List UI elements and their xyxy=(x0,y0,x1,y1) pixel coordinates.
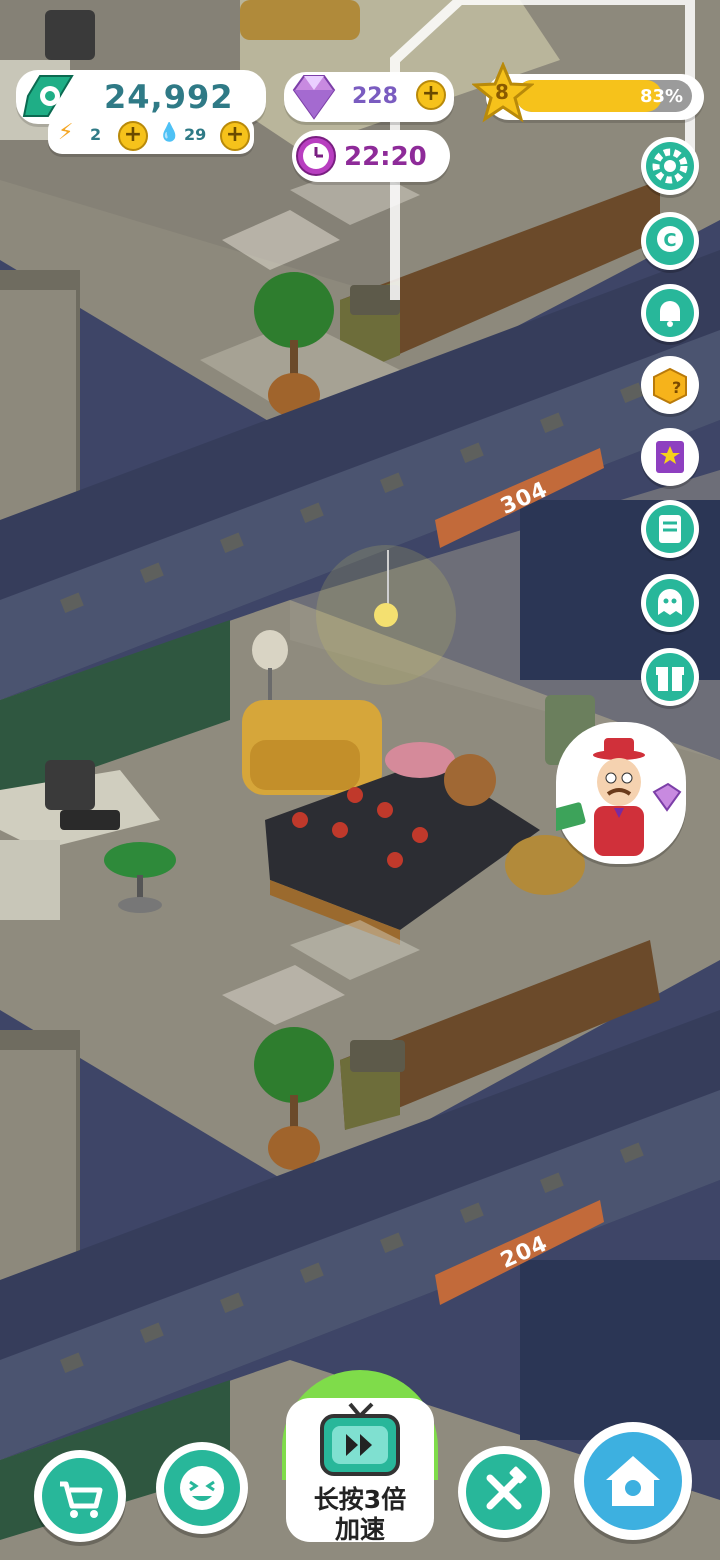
coin-button[interactable]: C xyxy=(641,212,699,270)
gift-icon xyxy=(646,653,694,701)
clock-time: 22:20 xyxy=(344,142,427,172)
diamond-icon xyxy=(286,68,342,124)
svg-text:C: C xyxy=(663,230,676,251)
cash-amount: 24,992 xyxy=(104,78,234,116)
gems-amount: 228 xyxy=(352,84,398,109)
mystery-box-icon: ? xyxy=(646,361,694,409)
mystery-box-button[interactable]: ? xyxy=(641,356,699,414)
shop-merchant-bubble[interactable] xyxy=(548,722,686,864)
star-book-button[interactable] xyxy=(641,428,699,486)
build-tools-button[interactable] xyxy=(458,1446,550,1538)
ghost-chat-icon xyxy=(646,579,694,627)
bell-icon xyxy=(646,289,694,337)
shop-button[interactable] xyxy=(34,1450,126,1542)
settings-gear-icon xyxy=(646,142,694,190)
ghost-chat-button[interactable] xyxy=(641,574,699,632)
add-gems-button[interactable]: + xyxy=(416,80,446,110)
clock-icon xyxy=(294,134,338,178)
laughing-face-icon xyxy=(164,1450,240,1526)
xp-percent: 83% xyxy=(640,86,684,107)
tv-fast-forward-icon xyxy=(316,1400,404,1480)
home-edit-icon xyxy=(584,1432,682,1530)
settings-button[interactable] xyxy=(641,137,699,195)
add-water-button[interactable]: + xyxy=(220,121,250,151)
notifications-button[interactable] xyxy=(641,284,699,342)
notes-icon xyxy=(646,505,694,553)
coin-c-icon: C xyxy=(646,217,694,265)
gift-button[interactable] xyxy=(641,648,699,706)
notes-button[interactable] xyxy=(641,500,699,558)
star-book-icon xyxy=(646,433,694,481)
svg-text:?: ? xyxy=(672,378,681,397)
hammer-wrench-icon xyxy=(466,1454,542,1530)
water-amount: 29 xyxy=(184,125,207,144)
emote-button[interactable] xyxy=(156,1442,248,1534)
shopping-cart-icon xyxy=(42,1458,118,1534)
level-number: 8 xyxy=(495,80,509,104)
merchant-character-icon xyxy=(548,738,682,856)
speedup-label-line2: 加速 xyxy=(334,1515,385,1544)
home-edit-button[interactable] xyxy=(574,1422,692,1540)
speedup-button[interactable]: 长按3倍 加速 xyxy=(282,1370,438,1544)
cash-icon xyxy=(20,72,78,120)
water-drop-icon: 💧 xyxy=(158,122,181,143)
add-energy-button[interactable]: + xyxy=(118,121,148,151)
energy-icon: ⚡ xyxy=(58,120,74,145)
energy-amount: 2 xyxy=(90,125,102,144)
